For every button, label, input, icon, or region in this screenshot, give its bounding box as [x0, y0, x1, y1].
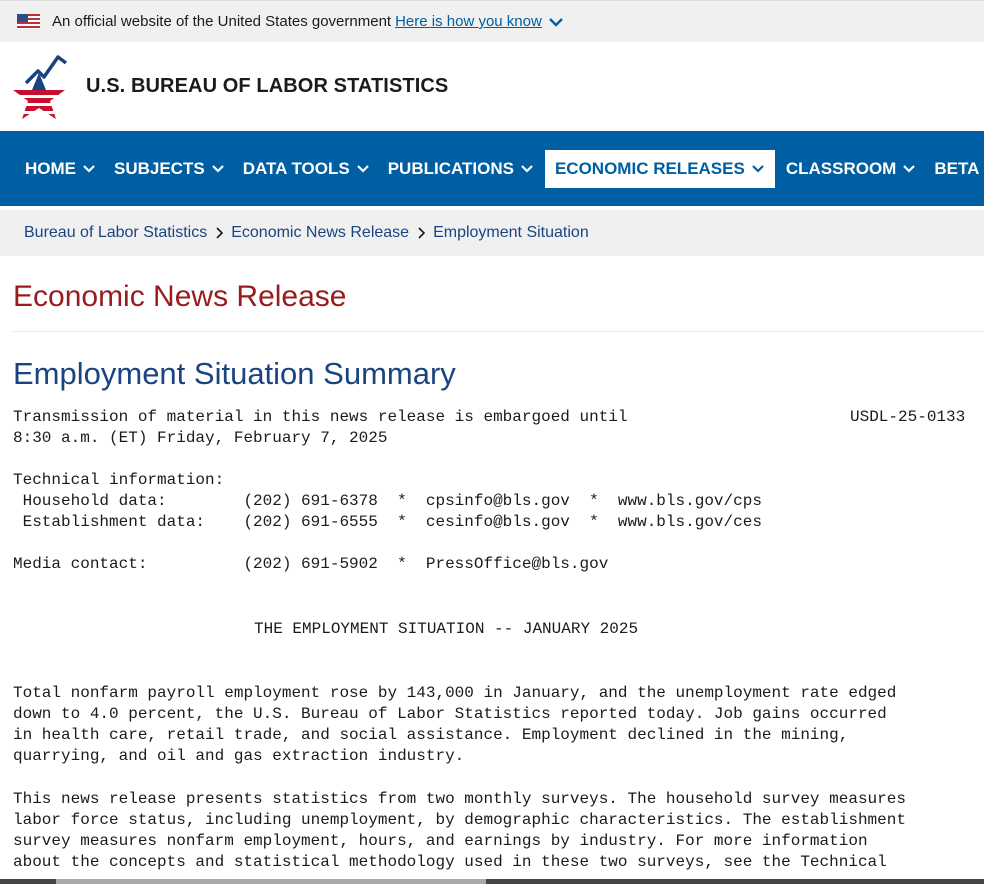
- us-flag-icon: [17, 14, 40, 29]
- breadcrumb-employment-situation[interactable]: Employment Situation: [433, 224, 589, 242]
- how-you-know-link[interactable]: Here is how you know: [395, 13, 542, 30]
- nav-subjects-label: SUBJECTS: [114, 158, 205, 178]
- technical-info-label: Technical information:: [13, 471, 225, 489]
- establishment-contact-line: Establishment data: (202) 691-6555 * ces…: [13, 513, 762, 531]
- chevron-down-icon: [83, 164, 95, 173]
- site-header: U.S. BUREAU OF LABOR STATISTICS: [0, 42, 984, 131]
- site-title[interactable]: U.S. BUREAU OF LABOR STATISTICS: [86, 75, 448, 98]
- chevron-right-icon: [216, 227, 224, 239]
- release-id: USDL-25-0133: [850, 408, 966, 426]
- scrollbar-right-segment: [486, 879, 984, 884]
- breadcrumb-bls[interactable]: Bureau of Labor Statistics: [24, 224, 207, 242]
- section-title: THE EMPLOYMENT SITUATION -- JANUARY 2025: [254, 620, 639, 638]
- scrollbar-left-segment: [0, 879, 56, 884]
- gov-banner-text: An official website of the United States…: [52, 13, 392, 30]
- nav-economic-releases-label: ECONOMIC RELEASES: [554, 158, 745, 178]
- chevron-down-icon: [211, 164, 224, 173]
- nav-beta[interactable]: BETA: [927, 150, 984, 188]
- embargo-line-1: Transmission of material in this news re…: [13, 408, 628, 426]
- chevron-down-icon: [521, 164, 533, 173]
- nav-data-tools-label: DATA TOOLS: [242, 158, 350, 178]
- nav-publications[interactable]: PUBLICATIONS: [381, 150, 541, 188]
- main-nav: HOME SUBJECTS DATA TOOLS PUBLICATIONS EC…: [0, 131, 984, 206]
- embargo-line-2: 8:30 a.m. (ET) Friday, February 7, 2025: [13, 429, 388, 447]
- nav-data-tools[interactable]: DATA TOOLS: [236, 150, 377, 188]
- scrollbar-thumb[interactable]: [56, 879, 486, 884]
- nav-home[interactable]: HOME: [18, 150, 103, 188]
- page-heading: Economic News Release: [13, 280, 347, 313]
- nav-home-label: HOME: [25, 158, 76, 178]
- breadcrumb-economic-news-release[interactable]: Economic News Release: [231, 224, 409, 242]
- summary-paragraph-2: This news release presents statistics fr…: [13, 790, 906, 871]
- nav-subjects[interactable]: SUBJECTS: [107, 150, 232, 188]
- gov-banner: An official website of the United States…: [0, 0, 984, 42]
- chevron-down-icon[interactable]: [548, 14, 564, 30]
- nav-publications-label: PUBLICATIONS: [387, 158, 514, 178]
- breadcrumb: Bureau of Labor Statistics Economic News…: [0, 210, 984, 256]
- chevron-down-icon: [903, 164, 916, 173]
- nav-economic-releases[interactable]: ECONOMIC RELEASES: [544, 149, 775, 188]
- bls-star-logo[interactable]: [8, 53, 70, 121]
- chevron-down-icon: [356, 164, 369, 173]
- chevron-right-icon: [418, 227, 426, 239]
- media-contact-line: Media contact: (202) 691-5902 * PressOff…: [13, 555, 609, 573]
- nav-classroom-label: CLASSROOM: [785, 158, 897, 178]
- nav-classroom[interactable]: CLASSROOM: [779, 150, 924, 188]
- summary-paragraph-1: Total nonfarm payroll employment rose by…: [13, 684, 897, 765]
- nav-beta-label: BETA: [934, 158, 980, 178]
- divider: [13, 331, 984, 332]
- chevron-down-icon: [752, 164, 764, 173]
- release-title: Employment Situation Summary: [13, 356, 456, 391]
- household-contact-line: Household data: (202) 691-6378 * cpsinfo…: [13, 492, 762, 510]
